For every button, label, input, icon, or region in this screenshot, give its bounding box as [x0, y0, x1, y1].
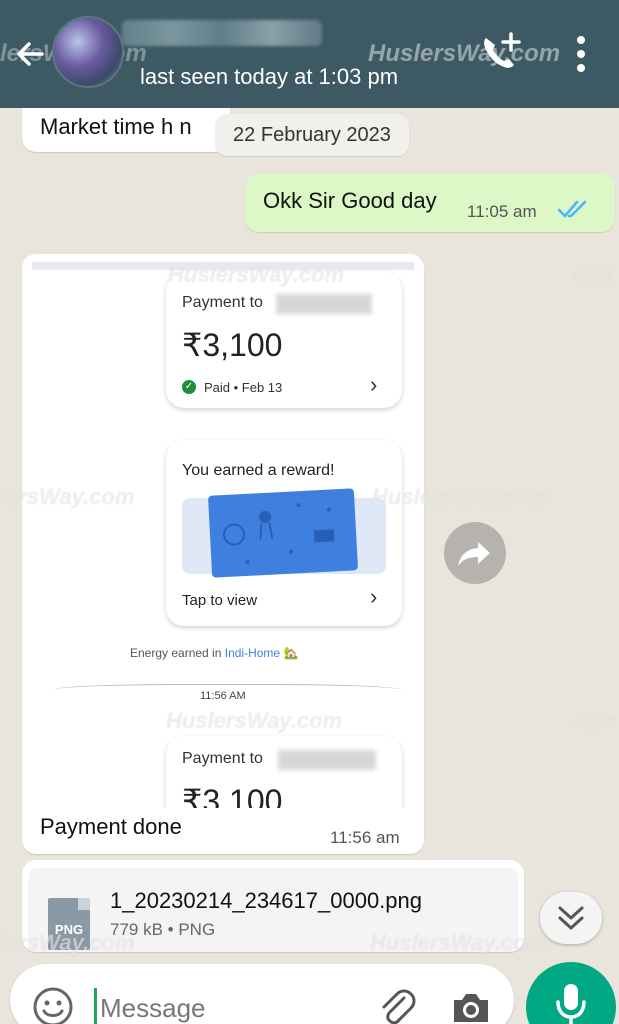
scroll-to-bottom-button[interactable]: [540, 892, 602, 944]
energy-earned-text: Energy earned in Indi-Home 🏡: [130, 646, 298, 660]
camera-icon[interactable]: [450, 988, 492, 1024]
date-separator: 22 February 2023: [215, 114, 409, 156]
reward-scratch-card: [207, 488, 359, 578]
emoji-icon[interactable]: [32, 986, 74, 1024]
payment-amount: ₹3,100: [182, 783, 283, 808]
paid-check-icon: ✓: [182, 380, 196, 394]
read-receipt-icon: [557, 200, 587, 218]
watermark-text: HuslersWay.com: [168, 262, 345, 287]
payment-amount: ₹3,100: [182, 327, 283, 363]
last-seen-status: last seen today at 1:03 pm: [140, 64, 399, 89]
payment-to-label: Payment to: [182, 750, 263, 767]
payee-name-redacted: [276, 294, 372, 314]
watermark-text: lersWay.com: [0, 930, 135, 955]
energy-prefix: Energy earned in: [130, 646, 222, 660]
watermark-text: HuslersWay.com: [166, 708, 343, 733]
message-text: Market time h n: [40, 114, 192, 139]
watermark-text: HuslersWay.com: [368, 40, 561, 67]
forward-icon: [458, 542, 490, 566]
microphone-icon: [556, 984, 586, 1024]
payment-card: Payment to ₹3,100: [166, 736, 402, 808]
message-time: 11:56 am: [330, 828, 400, 847]
reward-card: You earned a reward! Tap to view ›: [166, 440, 402, 626]
message-composer: [10, 964, 514, 1024]
watermark-text: Hus: [574, 262, 616, 287]
more-options-icon[interactable]: [568, 34, 594, 74]
message-input[interactable]: [100, 988, 340, 1024]
message-time: 11:05 am: [467, 202, 537, 221]
image-message-bubble[interactable]: Payment to ₹3,100 ✓ Paid • Feb 13 › You …: [22, 254, 424, 854]
forward-button[interactable]: [444, 522, 506, 584]
voice-message-button[interactable]: [526, 962, 616, 1024]
message-text: Okk Sir Good day: [263, 188, 437, 213]
incoming-message-bubble[interactable]: Market time h n: [22, 108, 230, 152]
reward-title: You earned a reward!: [182, 462, 335, 479]
tap-to-view-label: Tap to view: [182, 592, 258, 609]
file-fold: [78, 898, 90, 910]
watermark-text: HuslersWay.com: [370, 930, 547, 955]
chevron-right-icon: ›: [370, 372, 378, 397]
watermark-text: lersWay.com: [0, 484, 135, 509]
chat-header: lersWay.com last seen today at 1:03 pm H…: [0, 0, 619, 108]
image-caption: Payment done: [40, 814, 182, 839]
separator-time: 11:56 AM: [200, 690, 246, 702]
payee-name-redacted: [278, 750, 376, 770]
text-cursor: [94, 988, 97, 1024]
watermark-text: HuslersWay.com: [372, 484, 549, 509]
chevron-right-icon: ›: [370, 584, 378, 609]
payment-to-label: Payment to: [182, 294, 263, 311]
reward-pattern-icon: [223, 503, 335, 564]
payment-card: Payment to ₹3,100 ✓ Paid • Feb 13 ›: [166, 272, 402, 408]
watermark-text: Hus: [574, 708, 616, 733]
double-chevron-down-icon: [558, 906, 584, 930]
contact-name-redacted[interactable]: [122, 20, 322, 46]
contact-avatar[interactable]: [52, 16, 124, 88]
attach-icon[interactable]: [376, 984, 416, 1024]
document-filename: 1_20230214_234617_0000.png: [110, 888, 422, 913]
add-call-icon[interactable]: [478, 32, 522, 72]
house-icon: 🏡: [283, 646, 299, 660]
paid-status: Paid • Feb 13: [204, 380, 283, 395]
energy-place: Indi-Home: [224, 646, 281, 660]
outgoing-message-bubble[interactable]: Okk Sir Good day 11:05 am: [245, 174, 615, 232]
